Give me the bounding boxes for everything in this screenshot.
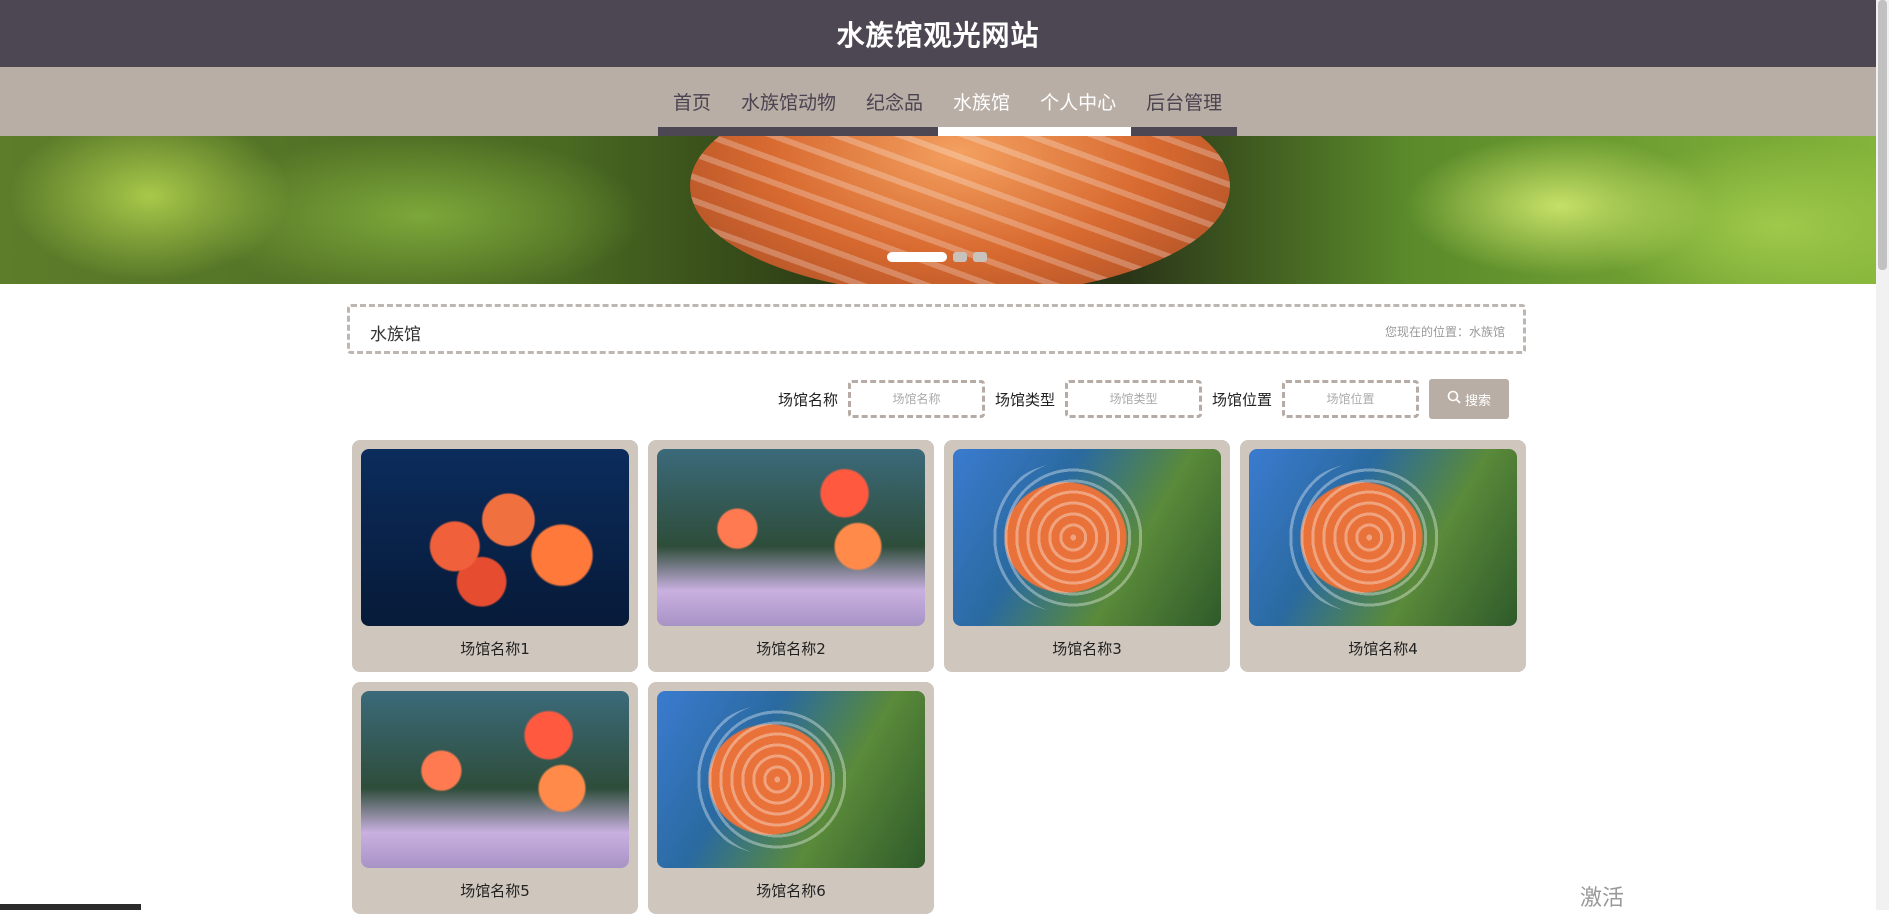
venue-card[interactable]: 场馆名称2 (648, 440, 934, 672)
venue-card[interactable]: 场馆名称6 (648, 682, 934, 914)
nav-item-souvenirs[interactable]: 纪念品 (851, 67, 939, 136)
nav-item-admin[interactable]: 后台管理 (1131, 67, 1238, 136)
nav-item-profile[interactable]: 个人中心 (1025, 67, 1132, 136)
site-title: 水族馆观光网站 (836, 18, 1040, 52)
venue-image[interactable] (657, 449, 925, 626)
venue-image[interactable] (1249, 449, 1517, 626)
nav-item-home[interactable]: 首页 (658, 67, 727, 136)
location-text: 您现在的位置：水族馆 (1384, 325, 1505, 339)
search-button[interactable]: 搜索 (1429, 379, 1510, 419)
header-bar: 水族馆观光网站 (0, 0, 1876, 67)
nav-item-aquarium[interactable]: 水族馆 (938, 67, 1026, 136)
search-icon (1447, 390, 1461, 408)
venue-image[interactable] (361, 449, 629, 626)
activation-watermark: 激活 (1580, 886, 1625, 911)
carousel-dot[interactable] (973, 252, 987, 262)
nav-label-aquarium: 水族馆 (953, 92, 1011, 114)
venue-type-input[interactable] (1065, 380, 1203, 418)
nav-label-animals: 水族馆动物 (741, 92, 837, 114)
carousel-dot[interactable] (887, 252, 947, 262)
breadcrumb: 水族馆 您现在的位置：水族馆 (347, 304, 1526, 354)
venue-name-label: 场馆名称 (778, 390, 839, 409)
nav-item-animals[interactable]: 水族馆动物 (726, 67, 852, 136)
venue-card[interactable]: 场馆名称1 (352, 440, 638, 672)
taskbar (0, 904, 141, 910)
venue-image[interactable] (657, 691, 925, 868)
banner-carousel[interactable] (0, 136, 1876, 284)
venue-name: 场馆名称4 (1348, 640, 1418, 658)
nav-label-admin: 后台管理 (1146, 92, 1223, 114)
venue-card[interactable]: 场馆名称3 (944, 440, 1230, 672)
nav-label-profile: 个人中心 (1040, 92, 1117, 114)
carousel-dot[interactable] (953, 252, 967, 262)
venue-name: 场馆名称6 (756, 882, 826, 900)
venue-type-label: 场馆类型 (995, 390, 1056, 409)
scroll-thumb[interactable] (1878, 0, 1887, 270)
venue-name: 场馆名称3 (1052, 640, 1122, 658)
search-button-label: 搜索 (1465, 393, 1492, 409)
venue-name: 场馆名称1 (460, 640, 530, 658)
venue-name: 场馆名称5 (460, 882, 530, 900)
page-title: 水族馆 (370, 325, 421, 345)
nav-bar: 首页 水族馆动物 纪念品 水族馆 个人中心 后台管理 (0, 67, 1876, 136)
venue-card[interactable]: 场馆名称5 (352, 682, 638, 914)
venue-image[interactable] (361, 691, 629, 868)
venue-location-label: 场馆位置 (1212, 390, 1273, 409)
nav-label-souvenirs: 纪念品 (866, 92, 924, 114)
venue-location-input[interactable] (1282, 380, 1420, 418)
nav-label-home: 首页 (673, 92, 712, 114)
carousel-indicators (887, 252, 987, 262)
venue-image[interactable] (953, 449, 1221, 626)
venue-name: 场馆名称2 (756, 640, 826, 658)
page-scrollbar[interactable] (1876, 0, 1889, 910)
venue-card[interactable]: 场馆名称4 (1240, 440, 1526, 672)
search-bar: 场馆名称 场馆类型 场馆位置 搜索 (778, 378, 1510, 420)
venue-name-input[interactable] (848, 380, 986, 418)
